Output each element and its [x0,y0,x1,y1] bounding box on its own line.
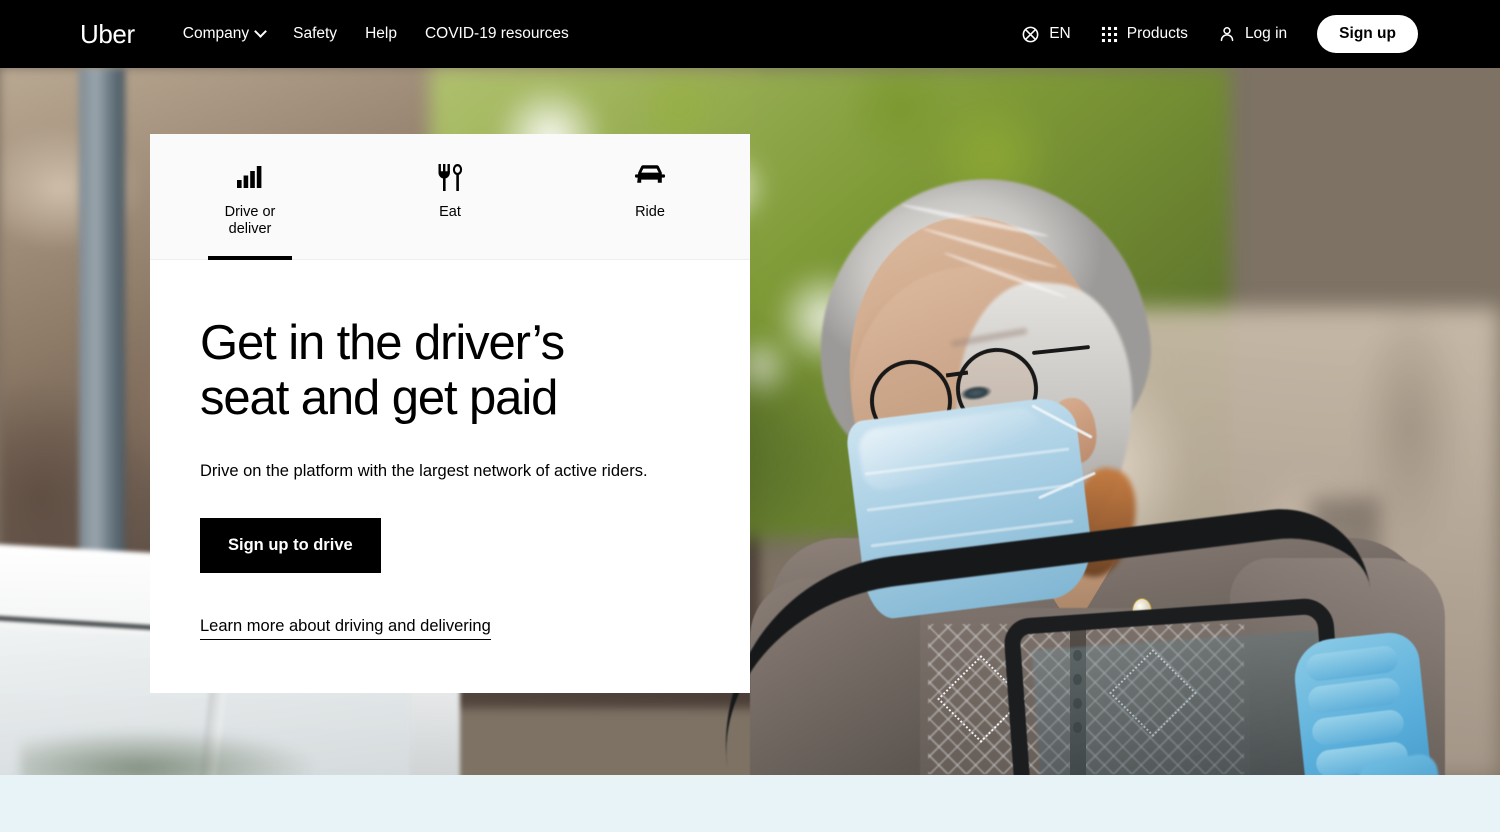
grid-dots-icon [1101,26,1117,42]
tab-eat[interactable]: Eat [350,134,550,259]
car-icon [635,162,665,192]
tab-drive-or-deliver[interactable]: Drive or deliver [150,134,350,259]
next-section-band [0,775,1500,832]
uber-logo[interactable]: Uber [80,21,135,47]
uber-homepage: Uber Company Safety Help COVID-19 resour… [0,0,1500,832]
fork-spoon-icon [437,162,463,192]
products-label: Products [1126,25,1188,42]
signup-button[interactable]: Sign up [1317,15,1418,53]
hero-card: Drive or deliver Eat Ride Get in the dri… [150,134,750,693]
signup-to-drive-button[interactable]: Sign up to drive [200,517,381,573]
tab-ride-label: Ride [635,204,665,220]
nav-item-covid-resources-label: COVID-19 resources [424,25,569,43]
nav-item-help-label: Help [365,25,397,43]
nav-left-group: Uber Company Safety Help COVID-19 resour… [0,21,569,47]
globe-icon [1022,26,1039,42]
person-icon [1220,27,1234,42]
woman-subject [704,68,1500,775]
nav-item-covid-resources[interactable]: COVID-19 resources [425,26,569,42]
tab-eat-label: Eat [439,204,461,220]
foreground-white-car-reflection [20,728,320,775]
language-label: EN [1049,25,1071,42]
language-selector[interactable]: EN [1021,25,1071,44]
nav-right-group: EN Products Log in Sign up [1021,15,1500,53]
learn-more-link[interactable]: Learn more about driving and delivering [200,617,491,640]
hero-card-tabs: Drive or deliver Eat Ride [150,134,750,260]
login-link[interactable]: Log in [1218,25,1287,43]
nav-item-safety[interactable]: Safety [293,26,337,42]
hero-subheadline: Drive on the platform with the largest n… [200,461,648,480]
page-title: Get in the driver’s seat and get paid [200,316,565,425]
hero-card-body: Get in the driver’s seat and get paid Dr… [150,260,750,640]
nav-item-help[interactable]: Help [365,26,397,42]
chevron-down-icon [254,24,267,38]
nav-item-safety-label: Safety [293,25,338,43]
nav-item-company-label: Company [182,25,250,43]
nav-item-company[interactable]: Company [182,24,267,43]
tab-drive-or-deliver-label: Drive or deliver [224,204,276,237]
top-navigation-bar: Uber Company Safety Help COVID-19 resour… [0,0,1500,68]
tab-ride[interactable]: Ride [550,134,750,259]
login-label: Log in [1244,25,1288,42]
products-menu[interactable]: Products [1101,25,1188,43]
bar-chart-icon [237,162,263,192]
